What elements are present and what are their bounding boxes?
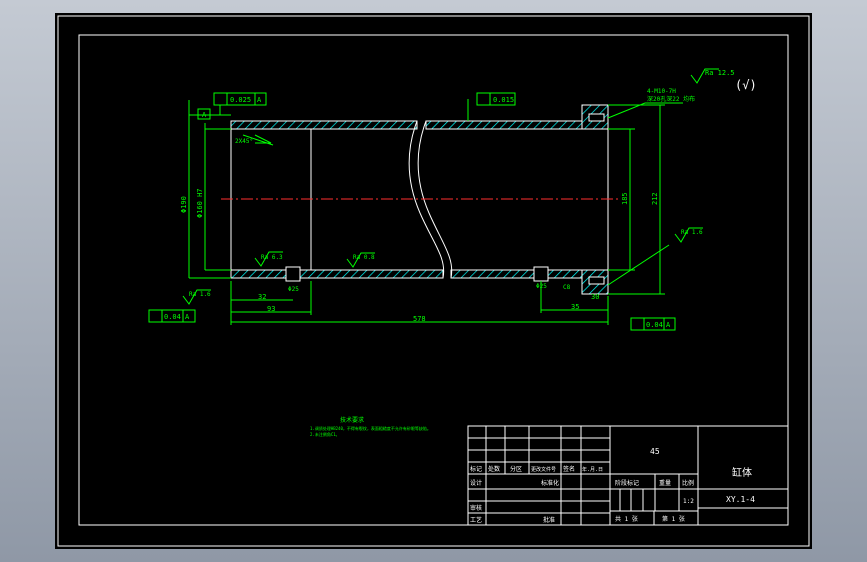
bottom-hole-left — [285, 266, 301, 282]
bottom-wall-left — [230, 269, 444, 279]
ra-right-end: Ra 1.6 — [681, 229, 703, 236]
dim-32: 32 — [258, 293, 266, 301]
runout-left-ref: A — [185, 313, 190, 321]
process-label: 工艺 — [470, 516, 482, 524]
hdr-zone: 分区 — [510, 465, 522, 473]
ra-bottom-left: Ra 1.6 — [189, 291, 211, 298]
dim-right-inner: 185 — [621, 192, 629, 205]
total-sheets: 共 1 张 — [615, 515, 638, 523]
hdr-date: 年.月.日 — [582, 466, 603, 473]
bottom-hole-right — [533, 266, 549, 282]
thread-note-1: 4-M10-7H — [647, 88, 676, 95]
tech-req-title: 技术要求 — [340, 416, 364, 424]
drawing-canvas: Ra 12.5 (√) 0.025 A 0.015 4-M10-7H 深20孔深… — [57, 15, 810, 547]
material: 45 — [650, 447, 660, 456]
standard-label: 标准化 — [541, 479, 559, 487]
ra-left-bore: Ra 6.3 — [261, 254, 283, 261]
hdr-doc: 更改文件号 — [531, 466, 556, 473]
top-wall-right — [425, 120, 583, 130]
part-name: 缸体 — [732, 466, 752, 479]
flatness-ref: A — [257, 96, 262, 104]
dim-outer-dia: Φ190 — [180, 196, 188, 213]
hdr-count: 处数 — [488, 465, 500, 473]
runout-left-tol: 0.04 — [164, 313, 181, 321]
review-label: 审核 — [470, 504, 482, 512]
title-block-text: 45 缸体 XY.1-4 1:2 标记 处数 分区 更改文件号 签名 年.月.日… — [470, 447, 755, 524]
surface-finish-marks — [182, 68, 719, 305]
flatness-tol: 0.025 — [230, 96, 251, 104]
flange-bottom-thread — [588, 276, 605, 285]
design-label: 设计 — [470, 479, 482, 487]
flange-top-thread — [588, 113, 605, 122]
tech-requirements: 技术要求 1.调质处理HB240，不得有裂纹，表面粗糙度不允许有砂眼等缺陷。 2… — [310, 416, 431, 437]
dim-c8: C8 — [563, 284, 571, 291]
ra-general: Ra 12.5 — [705, 69, 735, 77]
ra-paren: (√) — [735, 78, 757, 92]
dim-right-outer: 212 — [651, 192, 659, 205]
dim-30: 30 — [591, 293, 599, 301]
dimensions — [188, 100, 683, 325]
thread-note-2: 深20孔深22 均布 — [647, 95, 695, 103]
drawing-sheet: Ra 12.5 (√) 0.025 A 0.015 4-M10-7H 深20孔深… — [55, 13, 812, 549]
dim-left-hole: Φ25 — [288, 286, 299, 293]
dim-578: 578 — [413, 315, 426, 323]
chamfer-note: 2X45° — [235, 138, 253, 145]
inner-border — [78, 34, 789, 526]
tech-req-line1: 1.调质处理HB240，不得有裂纹，表面粗糙度不允许有砂眼等缺陷。 — [310, 425, 431, 431]
cad-viewport[interactable]: Ra 12.5 (√) 0.025 A 0.015 4-M10-7H 深20孔深… — [0, 0, 867, 562]
tech-req-line2: 2.未注倒角C1。 — [310, 431, 340, 437]
runout-right-tol: 0.04 — [646, 321, 663, 329]
ra-mid-bore: Ra 0.8 — [353, 254, 375, 261]
weight-label: 重量 — [659, 479, 671, 487]
scale-value: 1:2 — [683, 498, 694, 505]
drawing-no: XY.1-4 — [726, 495, 755, 504]
dim-right-hole: Φ25 — [536, 283, 547, 290]
runout-top-tol: 0.015 — [493, 96, 514, 104]
hdr-mark: 标记 — [470, 465, 482, 473]
approve-label: 批准 — [543, 516, 555, 524]
bottom-wall-right — [450, 269, 583, 279]
dim-35: 35 — [571, 303, 579, 311]
outer-border — [57, 15, 810, 547]
sheet-no: 第 1 张 — [662, 515, 685, 523]
dim-inner-dia: Φ160 H7 — [196, 188, 204, 218]
part-view — [221, 104, 621, 295]
dim-93: 93 — [267, 305, 275, 313]
hdr-sign: 签名 — [563, 465, 575, 473]
scale-label: 比例 — [682, 479, 694, 487]
runout-right-ref: A — [666, 321, 671, 329]
top-wall-left — [230, 120, 418, 130]
stage-mark-label: 阶段标记 — [615, 479, 639, 487]
